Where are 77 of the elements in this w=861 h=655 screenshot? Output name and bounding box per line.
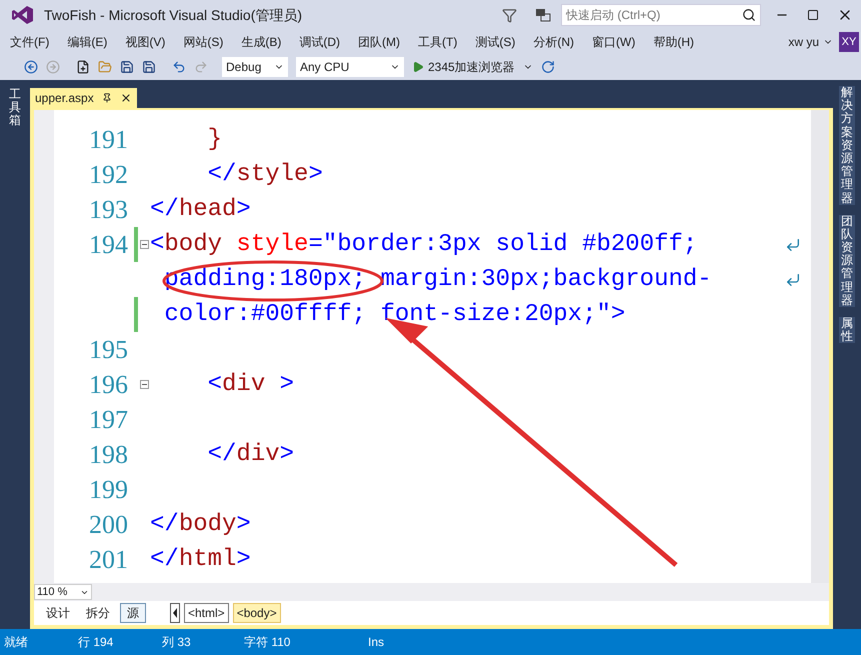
configuration-dropdown[interactable]: Debug	[222, 57, 288, 77]
code-line: <body style="border:3px solid #b200ff;	[150, 230, 698, 260]
filter-icon[interactable]	[502, 8, 517, 22]
collapse-icon[interactable]	[140, 380, 148, 389]
side-panel-tab[interactable]: 属性	[839, 317, 855, 344]
code-line: </body>	[150, 510, 251, 540]
collapse-icon[interactable]	[140, 240, 148, 249]
line-number: 197	[88, 404, 129, 436]
line-number: 198	[88, 439, 129, 471]
line-number: 195	[88, 334, 129, 366]
code-line: }	[206, 124, 222, 154]
breadcrumb-tag[interactable]: <body>	[232, 603, 281, 623]
new-file-icon[interactable]	[76, 60, 90, 74]
close-icon[interactable]	[120, 92, 132, 104]
code-line: </div>	[206, 440, 294, 470]
line-number: 191	[88, 124, 129, 156]
maximize-icon[interactable]	[807, 9, 819, 21]
line-number: 201	[88, 544, 129, 576]
line-number: 196	[88, 369, 129, 401]
quick-launch-input[interactable]: 快速启动 (Ctrl+Q)	[566, 6, 742, 24]
view-tab[interactable]: 设计	[40, 603, 76, 623]
scroll-left-icon[interactable]	[170, 603, 180, 623]
word-wrap-icon	[785, 272, 801, 288]
quick-launch-field[interactable]: 快速启动 (Ctrl+Q)	[561, 4, 761, 26]
status-text: 行 194	[78, 634, 114, 651]
line-number: 193	[88, 194, 129, 226]
platform-dropdown[interactable]: Any CPU	[296, 57, 404, 77]
menu-item[interactable]: 编辑(E)	[67, 33, 108, 51]
line-number: 199	[88, 474, 129, 506]
code-line: </head>	[150, 194, 251, 224]
pin-icon[interactable]	[102, 93, 112, 103]
code-line: </style>	[206, 160, 323, 190]
user-name[interactable]: xw yu	[788, 33, 819, 51]
menu-item[interactable]: 工具(T)	[418, 33, 458, 51]
status-text: 就绪	[4, 634, 29, 651]
breadcrumb-tag[interactable]: <html>	[184, 603, 229, 623]
menu-item[interactable]: 分析(N)	[533, 33, 574, 51]
toolbox-tab[interactable]: 工具箱	[7, 88, 23, 629]
line-number: 200	[88, 509, 129, 541]
menu-item[interactable]: 文件(F)	[10, 33, 50, 51]
view-tab[interactable]: 拆分	[80, 603, 116, 623]
play-icon	[412, 61, 424, 73]
status-text: Ins	[368, 634, 386, 651]
run-button[interactable]: 2345加速浏览器	[412, 58, 515, 76]
document-tab[interactable]: upper.aspx	[30, 88, 137, 108]
side-panel-tab[interactable]: 解决方案资源管理器	[839, 86, 855, 205]
feedback-icon[interactable]	[535, 8, 551, 22]
menu-item[interactable]: 视图(V)	[125, 33, 166, 51]
save-all-icon[interactable]	[142, 60, 156, 74]
back-icon[interactable]	[24, 60, 38, 74]
code-line: <div >	[206, 370, 294, 400]
menu-item[interactable]: 生成(B)	[241, 33, 282, 51]
menu-item[interactable]: 团队(M)	[358, 33, 400, 51]
undo-icon[interactable]	[172, 60, 186, 74]
save-icon[interactable]	[120, 60, 134, 74]
search-icon	[742, 8, 756, 22]
menu-item[interactable]: 测试(S)	[475, 33, 516, 51]
code-line: color:#00ffff; font-size:20px;">	[163, 300, 626, 330]
user-avatar[interactable]: XY	[839, 32, 859, 52]
status-text: 字符 110	[244, 634, 292, 651]
line-number: 192	[88, 159, 129, 191]
code-line: </html>	[150, 544, 251, 574]
menu-item[interactable]: 网站(S)	[183, 33, 224, 51]
vertical-scrollbar[interactable]	[811, 110, 829, 583]
status-text: 列 33	[162, 634, 192, 651]
menu-item[interactable]: 窗口(W)	[592, 33, 636, 51]
refresh-icon[interactable]	[540, 60, 555, 74]
line-number: 194	[88, 229, 129, 261]
app-logo-icon	[12, 5, 34, 25]
code-line: padding:180px; margin:30px;background-	[163, 264, 712, 294]
side-panel-tab[interactable]: 团队资源管理器	[839, 214, 855, 307]
window-title: TwoFish - Microsoft Visual Studio(管理员)	[44, 6, 302, 25]
zoom-dropdown[interactable]: 110 %	[34, 584, 92, 600]
word-wrap-icon	[785, 236, 801, 252]
menu-item[interactable]: 帮助(H)	[653, 33, 694, 51]
view-tab[interactable]: 源	[120, 603, 146, 623]
menu-item[interactable]: 调试(D)	[299, 33, 340, 51]
